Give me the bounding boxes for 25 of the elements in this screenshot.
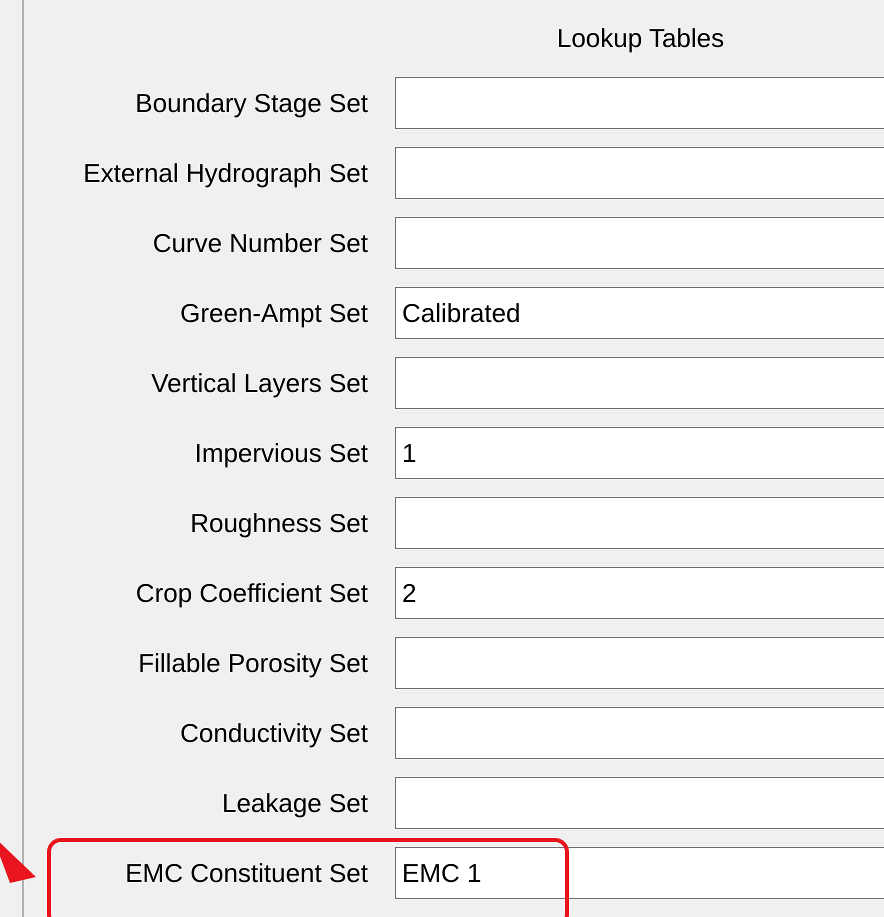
field-label: Curve Number Set (152, 228, 368, 258)
field-label: Vertical Layers Set (150, 368, 368, 398)
input-field[interactable] (395, 637, 884, 689)
input-field[interactable] (395, 217, 884, 269)
field-label: Fillable Porosity Set (137, 648, 368, 678)
panel-title: Lookup Tables (556, 23, 724, 54)
input-field[interactable]: 2 (395, 567, 884, 619)
field-label: External Hydrograph Set (82, 158, 368, 188)
input-field[interactable] (395, 357, 884, 409)
field-label: Impervious Set (194, 438, 368, 468)
input-field[interactable]: EMC 1 (395, 847, 884, 899)
input-field[interactable]: 1 (395, 427, 884, 479)
field-label: Crop Coefficient Set (134, 578, 368, 608)
input-field[interactable] (395, 497, 884, 549)
field-label: EMC Constituent Set (124, 858, 368, 888)
input-field[interactable]: Calibrated (395, 287, 884, 339)
input-field[interactable] (395, 777, 884, 829)
field-label: Boundary Stage Set (134, 88, 368, 118)
field-label: Leakage Set (220, 788, 368, 818)
field-label: Green-Ampt Set (179, 298, 368, 328)
input-field[interactable] (395, 147, 884, 199)
field-label: Roughness Set (189, 508, 368, 538)
input-field[interactable] (395, 707, 884, 759)
field-label: Conductivity Set (179, 718, 368, 748)
input-field[interactable] (395, 77, 884, 129)
